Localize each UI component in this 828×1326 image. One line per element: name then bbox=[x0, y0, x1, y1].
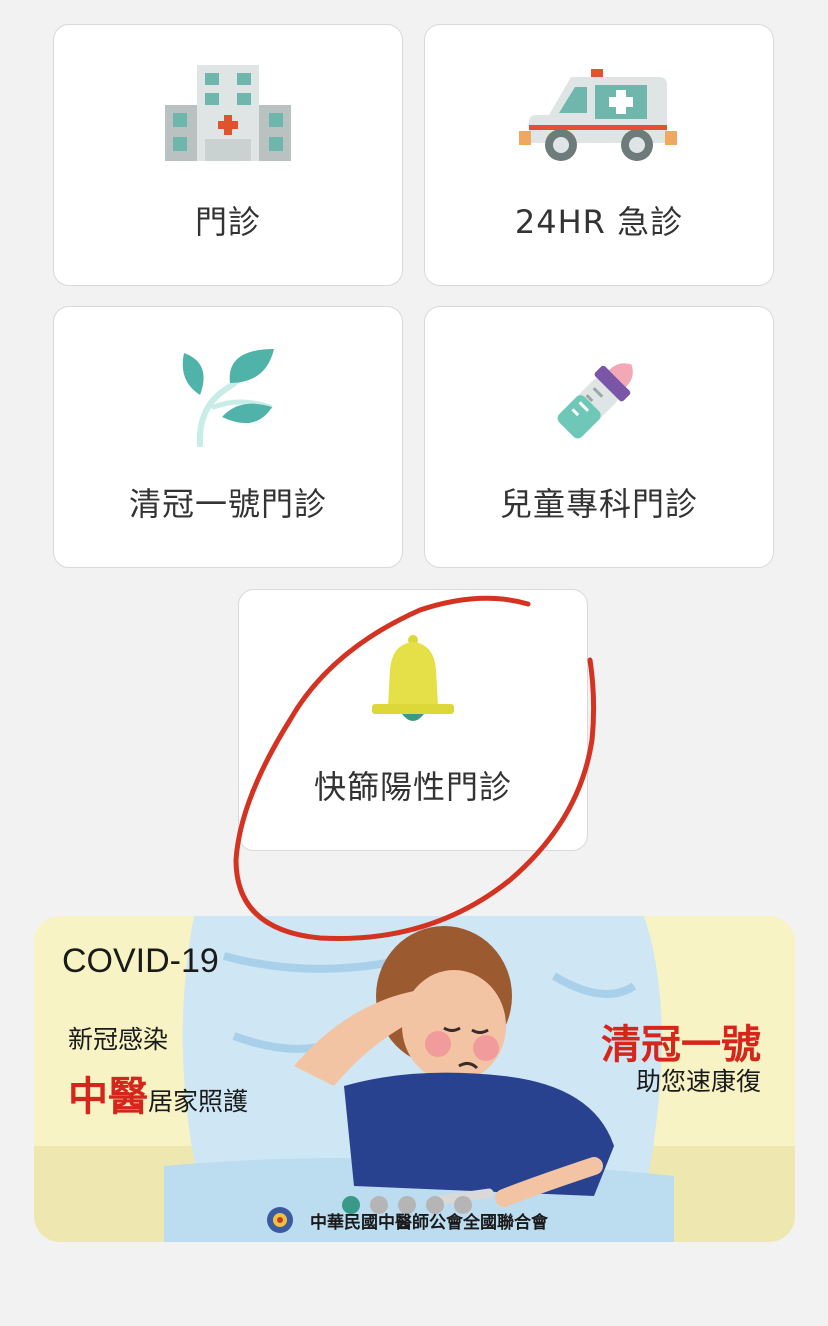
outpatient-card[interactable]: 門診 bbox=[53, 24, 403, 286]
qingguan-clinic-label: 清冠一號門診 bbox=[128, 485, 327, 523]
pediatric-clinic-card[interactable]: 兒童專科門診 bbox=[424, 306, 774, 568]
banner-line2: 中醫居家照護 bbox=[68, 1064, 248, 1122]
banner-organization: 中華民國中醫師公會全國聯合會 bbox=[310, 1213, 548, 1233]
banner-heading: COVID-19 bbox=[62, 942, 219, 980]
baby-bottle-icon bbox=[549, 347, 649, 451]
banner-line2-text: 居家照護 bbox=[148, 1087, 249, 1116]
rapid-test-positive-label: 快篩陽性門診 bbox=[313, 768, 512, 806]
hospital-icon bbox=[165, 65, 291, 165]
outpatient-label: 門診 bbox=[194, 203, 261, 241]
covid-banner[interactable]: COVID-19 新冠感染 中醫居家照護 清冠一號 助您速康復 中華民國中醫師公… bbox=[34, 916, 795, 1242]
rapid-test-positive-card[interactable]: 快篩陽性門診 bbox=[238, 589, 588, 851]
pediatric-clinic-label: 兒童專科門診 bbox=[499, 485, 698, 523]
emergency-label: 24HR 急診 bbox=[514, 203, 684, 241]
herb-leaf-icon bbox=[178, 347, 278, 451]
emergency-card[interactable]: 24HR 急診 bbox=[424, 24, 774, 286]
ambulance-icon bbox=[519, 65, 679, 169]
bell-icon bbox=[368, 630, 458, 734]
qingguan-clinic-card[interactable]: 清冠一號門診 bbox=[53, 306, 403, 568]
banner-line2-highlight: 中醫 bbox=[68, 1074, 148, 1120]
banner-product-tagline: 助您速康復 bbox=[635, 1067, 761, 1096]
association-emblem-icon bbox=[267, 1207, 293, 1233]
banner-line1: 新冠感染 bbox=[68, 1025, 169, 1054]
